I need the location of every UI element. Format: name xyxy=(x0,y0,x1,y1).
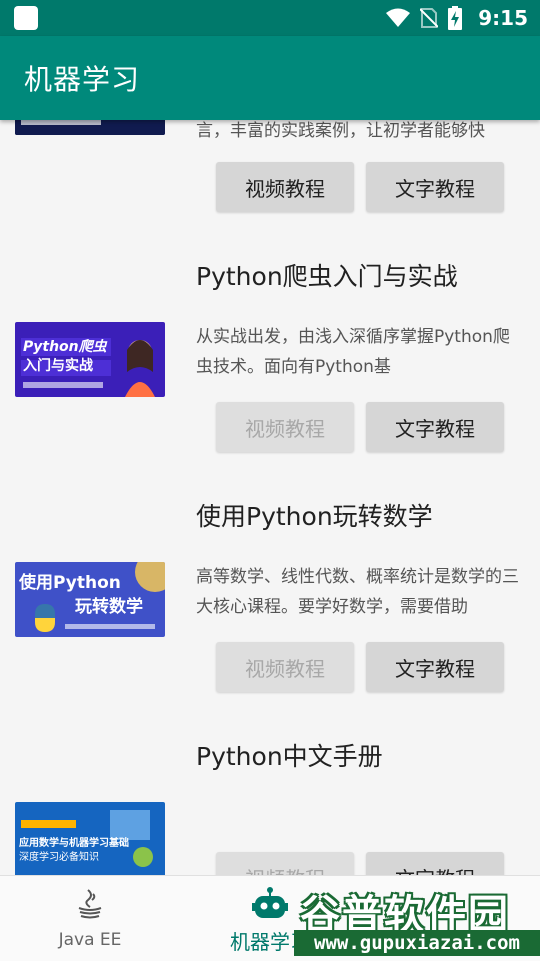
robot-icon xyxy=(252,886,288,922)
text-tutorial-button[interactable]: 文字教程 xyxy=(366,402,504,452)
course-description: 言，丰富的实践案例，让初学者能够快 xyxy=(196,121,485,141)
app-bar: 机器学习 xyxy=(0,36,540,120)
java-icon xyxy=(72,886,108,922)
video-tutorial-button[interactable]: 视频教程 xyxy=(216,162,354,212)
battery-charging-icon xyxy=(448,6,463,30)
course-thumbnail[interactable]: 应用数学与机器学习基础 深度学习必备知识 xyxy=(15,802,165,875)
list-item: Python爬虫入门与实战 Python爬虫 入门与实战 从实战出发，由浅入深循… xyxy=(0,257,540,497)
text-tutorial-button[interactable]: 文字教程 xyxy=(366,162,504,212)
watermark: 谷普软件园 www.gupuxiazai.com xyxy=(294,882,540,956)
course-thumbnail[interactable] xyxy=(15,120,165,135)
video-tutorial-button[interactable]: 视频教程 xyxy=(216,852,354,875)
course-title: 使用Python玩转数学 xyxy=(196,502,433,531)
thumbnail-caption: 深度学习必备知识 xyxy=(19,852,99,863)
video-tutorial-button[interactable]: 视频教程 xyxy=(216,642,354,692)
course-title: Python爬虫入门与实战 xyxy=(196,262,458,291)
thumbnail-caption: Python爬虫 xyxy=(23,339,107,355)
no-sim-icon xyxy=(420,7,439,29)
status-bar: 9:15 xyxy=(0,0,540,36)
nav-label: Java EE xyxy=(58,930,122,950)
video-tutorial-button[interactable]: 视频教程 xyxy=(216,402,354,452)
text-tutorial-button[interactable]: 文字教程 xyxy=(366,852,504,875)
course-description: 高等数学、线性代数、概率统计是数学的三大核心课程。要学好数学，需要借助 xyxy=(196,567,519,617)
thumbnail-caption: 入门与实战 xyxy=(23,358,93,374)
text-tutorial-button[interactable]: 文字教程 xyxy=(366,642,504,692)
status-time: 9:15 xyxy=(478,6,528,30)
course-list[interactable]: 言，丰富的实践案例，让初学者能够快 视频教程 文字教程 Python爬虫入门与实… xyxy=(0,120,540,875)
thumbnail-caption: 使用Python xyxy=(19,573,121,593)
list-item: 言，丰富的实践案例，让初学者能够快 视频教程 文字教程 xyxy=(0,120,540,240)
app-notification-icon xyxy=(14,6,38,30)
watermark-url: www.gupuxiazai.com xyxy=(294,930,540,956)
course-thumbnail[interactable]: 使用Python 玩转数学 xyxy=(15,562,165,637)
wifi-icon xyxy=(386,8,411,28)
thumbnail-caption: 应用数学与机器学习基础 xyxy=(19,838,129,849)
list-item: Python中文手册 应用数学与机器学习基础 深度学习必备知识 视频教程 文字教… xyxy=(0,737,540,875)
thumbnail-caption: 玩转数学 xyxy=(75,597,143,617)
page-title: 机器学习 xyxy=(24,63,141,96)
nav-item-java-ee[interactable]: Java EE xyxy=(0,876,180,961)
course-description: 从实战出发，由浅入深循序掌握Python爬虫技术。面向有Python基 xyxy=(196,327,510,377)
course-thumbnail[interactable]: Python爬虫 入门与实战 xyxy=(15,322,165,397)
list-item: 使用Python玩转数学 使用Python 玩转数学 高等数学、线性代数、概率统… xyxy=(0,497,540,737)
course-title: Python中文手册 xyxy=(196,742,383,771)
